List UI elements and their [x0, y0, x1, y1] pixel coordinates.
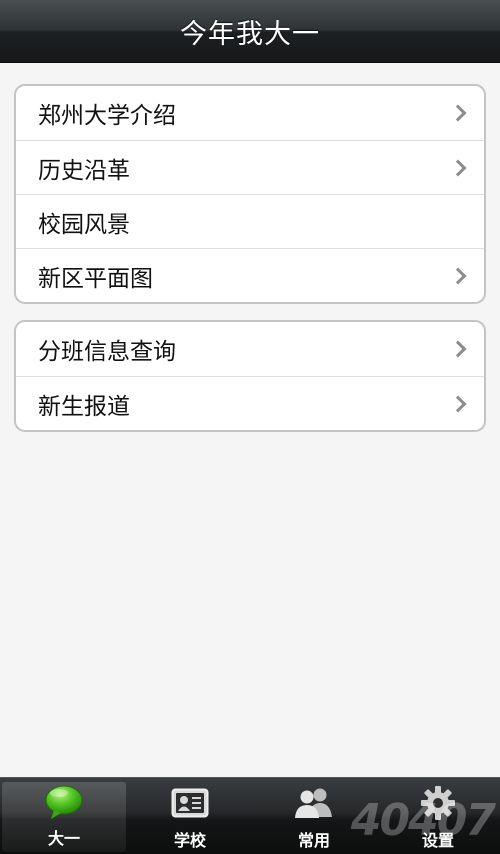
nav-bar: 今年我大一 — [0, 0, 500, 63]
list-item-label: 新区平面图 — [38, 265, 153, 292]
id-card-icon — [170, 783, 210, 823]
tab-label: 常用 — [297, 831, 330, 850]
users-icon — [294, 783, 334, 823]
list-item-label: 分班信息查询 — [38, 339, 176, 365]
list-item-school-intro[interactable]: 郑州大学介绍 — [16, 86, 484, 140]
tab-common[interactable]: 常用 — [252, 778, 376, 854]
tab-bar: 大一 学校 常用 设置 40407 — [0, 777, 500, 854]
list-item-label: 新生报道 — [38, 393, 130, 420]
tab-label: 设置 — [421, 831, 454, 850]
tab-label: 学校 — [173, 831, 206, 850]
tab-school[interactable]: 学校 — [128, 778, 252, 854]
page-title: 今年我大一 — [180, 18, 320, 50]
tab-label: 大一 — [47, 829, 80, 848]
menu-group-school-info: 郑州大学介绍 历史沿革 校园风景 新区平面图 — [14, 84, 486, 304]
chevron-right-icon — [449, 159, 467, 176]
list-item-label: 校园风景 — [38, 211, 130, 238]
tab-freshman[interactable]: 大一 — [2, 782, 126, 852]
chevron-right-icon — [449, 104, 467, 122]
menu-group-freshman: 分班信息查询 新生报道 — [14, 320, 486, 432]
list-item-registration[interactable]: 新生报道 — [16, 376, 484, 430]
tab-settings[interactable]: 设置 — [376, 778, 500, 854]
chevron-right-icon — [449, 395, 467, 412]
list-item-campus-map[interactable]: 新区平面图 — [16, 248, 484, 302]
chat-bubble-icon — [44, 782, 84, 821]
gear-icon — [418, 783, 458, 823]
chevron-right-icon — [449, 267, 467, 284]
list-item-history[interactable]: 历史沿革 — [16, 140, 484, 194]
chevron-right-icon — [449, 340, 467, 358]
list-item-label: 历史沿革 — [38, 157, 130, 184]
list-item-class-query[interactable]: 分班信息查询 — [16, 322, 484, 376]
content-area: 郑州大学介绍 历史沿革 校园风景 新区平面图 分班信息查询 新生报道 — [0, 63, 500, 777]
list-item-campus-scenery[interactable]: 校园风景 — [16, 194, 484, 248]
list-item-label: 郑州大学介绍 — [38, 103, 176, 129]
